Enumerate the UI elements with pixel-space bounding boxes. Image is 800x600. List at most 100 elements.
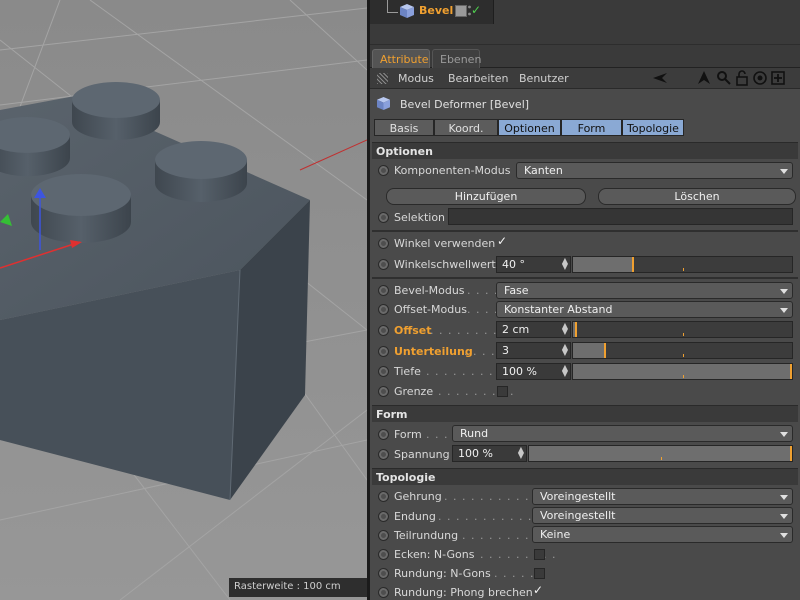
animate-dot[interactable] <box>378 165 389 176</box>
animate-dot[interactable] <box>378 587 389 598</box>
tab-form[interactable]: Form <box>561 119 622 136</box>
tab-optionen[interactable]: Optionen <box>498 119 561 136</box>
animate-dot[interactable] <box>378 449 389 460</box>
offset-input[interactable]: 2 cm ▲ ▼ <box>496 321 571 338</box>
tiefe-slider[interactable] <box>572 363 793 380</box>
object-manager: Bevel ✓ <box>370 0 800 44</box>
animate-dot[interactable] <box>378 259 389 270</box>
endung-dropdown[interactable]: Voreingestellt <box>532 507 793 524</box>
new-manager-icon[interactable] <box>770 70 786 86</box>
grenze-label: Grenze <box>394 385 434 398</box>
search-icon[interactable] <box>716 70 732 86</box>
animate-dot[interactable] <box>378 285 389 296</box>
tab-koord[interactable]: Koord. <box>434 119 498 136</box>
slider-tick <box>683 268 684 271</box>
tab-ebenen[interactable]: Ebenen <box>432 49 481 68</box>
unterteilung-input[interactable]: 3 ▲ ▼ <box>496 342 571 359</box>
divider <box>372 277 798 279</box>
section-form[interactable]: Form <box>372 405 798 422</box>
winkelschwellwert-value: 40 ° <box>502 258 525 271</box>
object-name[interactable]: Bevel <box>419 4 453 17</box>
animate-dot[interactable] <box>378 346 389 357</box>
winkelschwellwert-label: Winkelschwellwert <box>394 258 496 271</box>
spannung-slider[interactable] <box>528 445 793 462</box>
animate-dot[interactable] <box>378 511 389 522</box>
spinner-arrows-icon[interactable]: ▲ ▼ <box>562 364 568 378</box>
hinzufuegen-button[interactable]: Hinzufügen <box>386 188 586 205</box>
gehrung-value: Voreingestellt <box>540 490 616 503</box>
form-value: Rund <box>460 427 489 440</box>
object-row[interactable]: Bevel ✓ <box>370 0 494 24</box>
loeschen-button[interactable]: Löschen <box>598 188 796 205</box>
komponenten-modus-dropdown[interactable]: Kanten <box>516 162 793 179</box>
teilrundung-dropdown[interactable]: Keine <box>532 526 793 543</box>
spinner-arrows-icon[interactable]: ▲ ▼ <box>562 322 568 336</box>
animate-dot[interactable] <box>378 549 389 560</box>
komponenten-modus-label: Komponenten-Modus <box>394 164 511 177</box>
animate-dot[interactable] <box>378 366 389 377</box>
unterteilung-slider[interactable] <box>572 342 793 359</box>
up-arrow-icon[interactable] <box>696 70 712 86</box>
leader-dots: . . . . <box>467 303 499 316</box>
animate-dot[interactable] <box>378 386 389 397</box>
3d-viewport[interactable]: Rasterweite : 100 cm <box>0 0 367 600</box>
bevel-modus-dropdown[interactable]: Fase <box>496 282 793 299</box>
target-icon[interactable] <box>752 70 768 86</box>
tab-topologie[interactable]: Topologie <box>622 119 684 136</box>
offset-modus-label: Offset-Modus <box>394 303 467 316</box>
offset-modus-dropdown[interactable]: Konstanter Abstand <box>496 301 793 318</box>
section-topologie[interactable]: Topologie <box>372 468 798 485</box>
offset-slider[interactable] <box>572 321 793 338</box>
object-title: Bevel Deformer [Bevel] <box>400 98 530 111</box>
menu-bearbeiten[interactable]: Bearbeiten <box>448 72 508 85</box>
spannung-input[interactable]: 100 % ▲ ▼ <box>452 445 527 462</box>
selektion-field[interactable] <box>448 208 793 225</box>
slider-fill <box>573 322 577 337</box>
attribute-manager: Attribute Ebenen Modus Bearbeiten Benutz… <box>370 45 800 600</box>
chevron-down-icon <box>780 169 788 174</box>
winkel-verwenden-checkbox[interactable]: ✓ <box>497 234 507 248</box>
animate-dot[interactable] <box>378 325 389 336</box>
form-dropdown[interactable]: Rund <box>452 425 793 442</box>
slider-tick <box>661 457 662 460</box>
spinner-arrows-icon[interactable]: ▲ ▼ <box>562 257 568 271</box>
section-optionen[interactable]: Optionen <box>372 142 798 159</box>
chevron-down-icon <box>780 514 788 519</box>
unterteilung-value: 3 <box>502 344 509 357</box>
rundung-phong-checkbox[interactable]: ✓ <box>533 583 543 597</box>
animate-dot[interactable] <box>378 491 389 502</box>
tab-basis[interactable]: Basis <box>374 119 434 136</box>
tab-attribute[interactable]: Attribute <box>372 49 430 68</box>
animate-dot[interactable] <box>378 212 389 223</box>
animate-dot[interactable] <box>378 238 389 249</box>
ecken-ngons-checkbox[interactable] <box>534 549 545 560</box>
attribute-menubar: Modus Bearbeiten Benutzer <box>370 68 800 89</box>
menu-modus[interactable]: Modus <box>398 72 434 85</box>
grenze-checkbox[interactable] <box>497 386 508 397</box>
gehrung-dropdown[interactable]: Voreingestellt <box>532 488 793 505</box>
tiefe-input[interactable]: 100 % ▲ ▼ <box>496 363 571 380</box>
offset-value: 2 cm <box>502 323 530 336</box>
animate-dot[interactable] <box>378 530 389 541</box>
animate-dot[interactable] <box>378 568 389 579</box>
spinner-arrows-icon[interactable]: ▲ ▼ <box>518 446 524 460</box>
menu-grip-icon[interactable] <box>377 73 388 84</box>
lock-icon[interactable] <box>734 70 750 86</box>
winkelschwellwert-input[interactable]: 40 ° ▲ ▼ <box>496 256 571 273</box>
animate-dot[interactable] <box>378 429 389 440</box>
bevel-modus-label: Bevel-Modus <box>394 284 465 297</box>
winkelschwellwert-slider[interactable] <box>572 256 793 273</box>
animate-dot[interactable] <box>378 304 389 315</box>
spinner-arrows-icon[interactable]: ▲ ▼ <box>562 343 568 357</box>
teilrundung-label: Teilrundung <box>394 529 459 542</box>
chevron-down-icon <box>780 495 788 500</box>
leader-dots: . . . . . . . . . <box>430 324 507 337</box>
menu-benutzer[interactable]: Benutzer <box>519 72 569 85</box>
spannung-value: 100 % <box>458 447 493 460</box>
bevel-deformer-icon <box>400 4 414 18</box>
tree-line <box>387 0 398 13</box>
tag-icon[interactable] <box>455 5 467 17</box>
back-arrow-icon[interactable] <box>652 70 668 86</box>
enabled-check-icon[interactable]: ✓ <box>471 3 481 17</box>
rundung-ngons-checkbox[interactable] <box>534 568 545 579</box>
